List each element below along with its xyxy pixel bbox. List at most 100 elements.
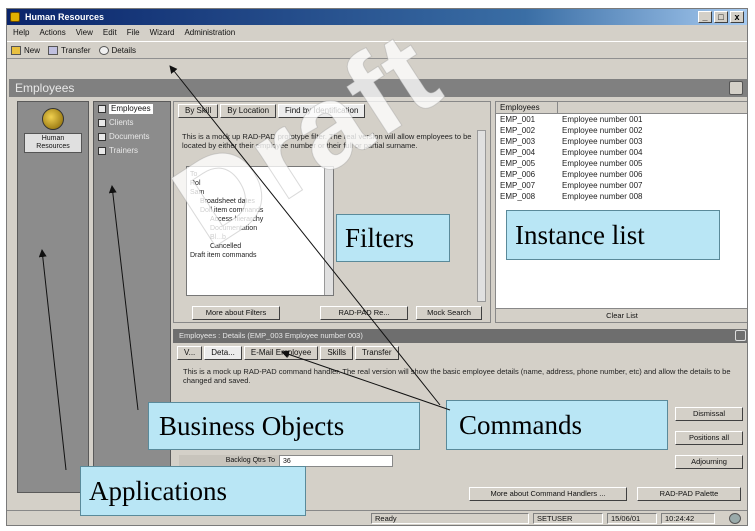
details-label: Details — [111, 45, 136, 55]
menu-edit[interactable]: Edit — [103, 26, 117, 40]
rad-pad-filter-button[interactable]: RAD-PAD Re... — [320, 306, 408, 320]
tab-by-location[interactable]: By Location — [220, 104, 277, 118]
employee-id-cell: EMP_004 — [500, 148, 536, 157]
table-row[interactable]: EMP_005 Employee number 005 — [496, 158, 747, 169]
transfer-icon — [48, 45, 59, 55]
maximize-button[interactable]: □ — [714, 11, 728, 23]
menu-view[interactable]: View — [76, 26, 93, 40]
instance-rows: EMP_001 Employee number 001 EMP_002 Employe… — [496, 114, 747, 202]
menu-wizard[interactable]: Wizard — [150, 26, 175, 40]
application-human-resources[interactable]: Human Resources — [24, 108, 82, 160]
tab-email-employee[interactable]: E-Mail Employee — [243, 346, 319, 360]
tab-transfer[interactable]: Transfer — [355, 346, 399, 360]
tree-node[interactable]: Doll item commands — [190, 206, 330, 215]
details-button[interactable]: Details — [98, 45, 136, 55]
transfer-label: Transfer — [61, 45, 91, 55]
status-date: 15/06/01 — [607, 513, 657, 524]
refresh-icon[interactable] — [735, 330, 746, 341]
close-button[interactable]: x — [730, 11, 744, 23]
employee-name-cell: Employee number 001 — [562, 115, 643, 124]
tree-node[interactable]: Bl...b — [190, 233, 330, 242]
bo-item-clients[interactable]: Clients — [94, 116, 170, 130]
employee-id-cell: EMP_003 — [500, 137, 536, 146]
employee-name-cell: Employee number 002 — [562, 126, 643, 135]
tree-scrollbar[interactable] — [324, 167, 333, 295]
callout-commands: Commands — [446, 400, 668, 450]
table-row[interactable]: EMP_007 Employee number 007 — [496, 180, 747, 191]
employee-name-cell: Employee number 008 — [562, 192, 643, 201]
minimize-button[interactable]: _ — [698, 11, 712, 23]
transfer-button[interactable]: Transfer — [48, 45, 91, 55]
table-row[interactable]: EMP_006 Employee number 006 — [496, 169, 747, 180]
more-about-command-handlers-button[interactable]: More about Command Handlers ... — [469, 487, 627, 501]
column-header-employees[interactable]: Employees — [496, 102, 558, 113]
tree-node[interactable]: Rol — [190, 179, 330, 188]
filter-tabs: By Skill By Location Find by Identificat… — [178, 104, 366, 118]
app-icon — [10, 12, 20, 22]
details-title-bar: Employees : Details (EMP_003 Employee nu… — [173, 329, 747, 343]
menu-administration[interactable]: Administration — [184, 26, 235, 40]
bo-item-label: Trainers — [109, 146, 139, 155]
tab-find-by-identification[interactable]: Find by Identification — [278, 104, 366, 118]
clients-icon — [98, 119, 106, 127]
mock-search-button[interactable]: Mock Search — [416, 306, 482, 320]
dismissal-button[interactable]: Dismissal — [675, 407, 743, 421]
status-user: SETUSER — [533, 513, 603, 524]
table-row[interactable]: EMP_008 Employee number 008 — [496, 191, 747, 202]
tree-node[interactable]: Sam — [190, 188, 330, 197]
employees-icon — [98, 105, 106, 113]
title-bar: Human Resources _ □ x — [7, 9, 747, 25]
tree-node[interactable]: Draft item commands — [190, 251, 330, 260]
tree-node[interactable]: To — [190, 170, 330, 179]
details-title: Employees : Details (EMP_003 Employee nu… — [179, 331, 363, 340]
menu-help[interactable]: Help — [13, 26, 29, 40]
tab-details[interactable]: Deta... — [204, 346, 242, 360]
employee-id-cell: EMP_005 — [500, 159, 536, 168]
tree-node[interactable]: Cancelled — [190, 242, 330, 251]
employee-name-cell: Employee number 007 — [562, 181, 643, 190]
menu-actions[interactable]: Actions — [39, 26, 65, 40]
menu-file[interactable]: File — [127, 26, 140, 40]
rad-pad-palette-button[interactable]: RAD-PAD Palette — [637, 487, 741, 501]
table-row[interactable]: EMP_004 Employee number 004 — [496, 147, 747, 158]
tab-by-skill[interactable]: By Skill — [178, 104, 219, 118]
employee-id-cell: EMP_002 — [500, 126, 536, 135]
tree-node[interactable]: Broadsheet dates — [190, 197, 330, 206]
bo-item-label: Employees — [109, 104, 153, 114]
callout-business-objects: Business Objects — [148, 402, 420, 450]
employee-id-cell: EMP_006 — [500, 170, 536, 179]
table-row[interactable]: EMP_002 Employee number 002 — [496, 125, 747, 136]
adjourning-button[interactable]: Adjourning — [675, 455, 743, 469]
details-tabs: V... Deta... E-Mail Employee Skills Tran… — [177, 346, 399, 360]
employee-name-cell: Employee number 003 — [562, 137, 643, 146]
new-label: New — [24, 45, 41, 55]
instance-list-header: Employees — [496, 102, 747, 114]
status-message: Ready — [371, 513, 529, 524]
tab-view[interactable]: V... — [177, 346, 203, 360]
status-time: 10:24:42 — [661, 513, 715, 524]
table-row[interactable]: EMP_001 Employee number 001 — [496, 114, 747, 125]
table-row[interactable]: EMP_003 Employee number 003 — [496, 136, 747, 147]
status-indicator-icon — [729, 513, 741, 524]
employee-id-cell: EMP_008 — [500, 192, 536, 201]
employee-id-cell: EMP_007 — [500, 181, 536, 190]
bo-item-trainers[interactable]: Trainers — [94, 144, 170, 158]
clear-list-button[interactable]: Clear List — [496, 308, 747, 322]
window-title: Human Resources — [25, 12, 105, 22]
filter-tree[interactable]: To Rol Sam Broadsheet dates Doll item co… — [186, 166, 334, 296]
more-about-filters-button[interactable]: More about Filters — [192, 306, 280, 320]
application-label: Human Resources — [24, 133, 82, 153]
new-button[interactable]: New — [11, 45, 41, 55]
callout-applications: Applications — [80, 466, 306, 516]
bo-item-documents[interactable]: Documents — [94, 130, 170, 144]
tree-node[interactable]: Access hierarchy — [190, 215, 330, 224]
tab-skills[interactable]: Skills — [320, 346, 353, 360]
filter-scrollbar[interactable] — [477, 130, 486, 302]
home-icon[interactable] — [729, 81, 743, 95]
bo-item-label: Documents — [109, 132, 150, 141]
section-title-text: Employees — [15, 81, 75, 95]
section-title: Employees — [9, 79, 747, 97]
positions-button[interactable]: Positions all — [675, 431, 743, 445]
bo-item-employees[interactable]: Employees — [94, 102, 170, 116]
tree-node[interactable]: Documentation — [190, 224, 330, 233]
